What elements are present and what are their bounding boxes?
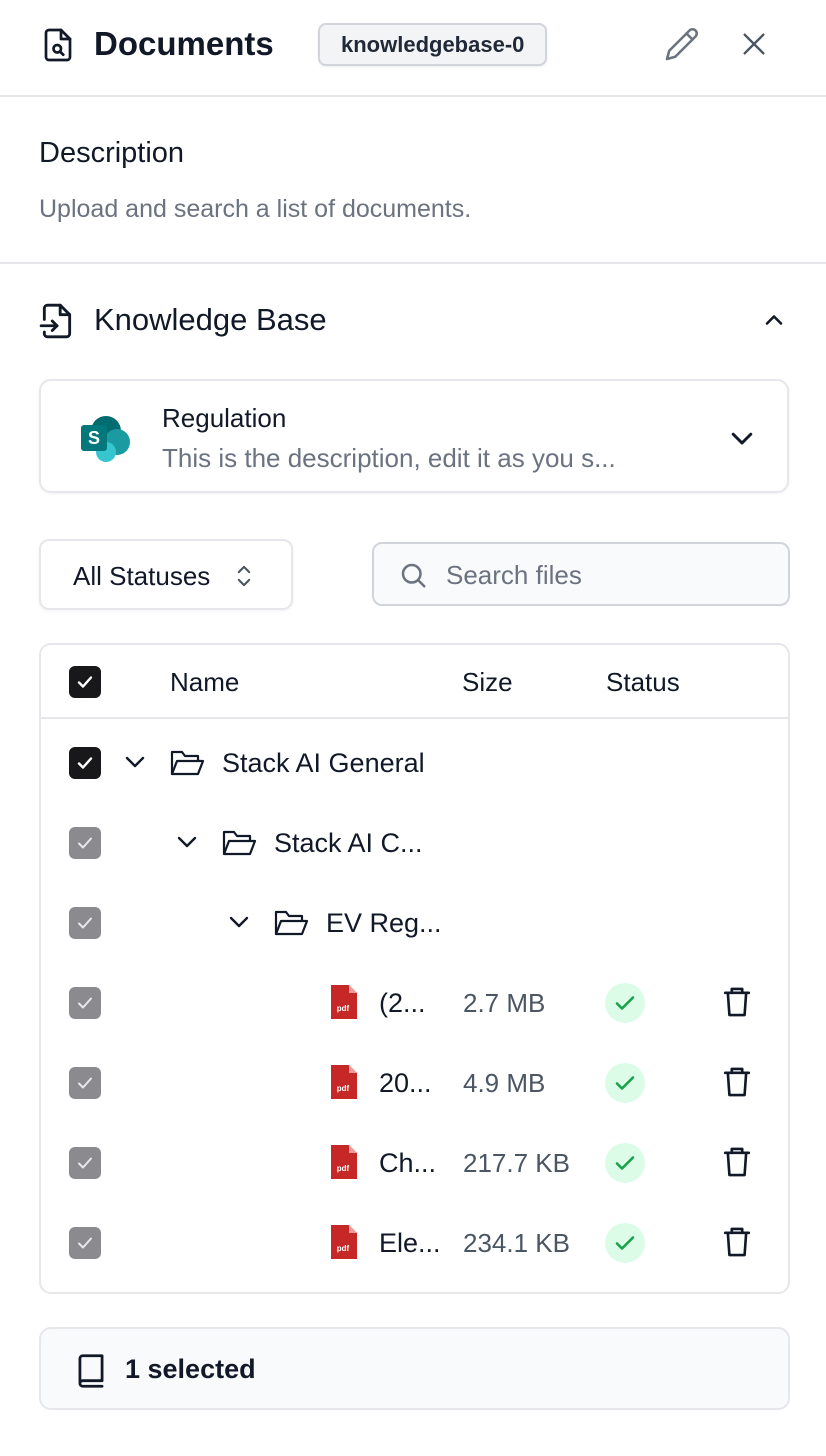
description-section: Description Upload and search a list of …	[0, 97, 826, 264]
file-import-icon	[39, 303, 72, 339]
row-checkbox[interactable]	[69, 907, 101, 939]
table-row[interactable]: pdf (2... 2.7 MB	[41, 963, 788, 1043]
folder-open-icon	[274, 910, 309, 936]
trash-icon[interactable]	[721, 1225, 753, 1259]
description-text: Upload and search a list of documents.	[39, 195, 472, 223]
file-size: 2.7 MB	[463, 988, 546, 1018]
source-name: Regulation	[162, 403, 287, 433]
table-row[interactable]: pdf Ele... 234.1 KB	[41, 1203, 788, 1283]
knowledgebase-badge: knowledgebase-0	[318, 23, 548, 66]
svg-text:pdf: pdf	[337, 1084, 350, 1093]
panel-header: Documents knowledgebase-0	[0, 0, 826, 97]
knowledge-source-dropdown[interactable]: S Regulation This is the description, ed…	[39, 379, 789, 493]
column-header-name[interactable]: Name	[170, 665, 239, 699]
knowledge-base-title: Knowledge Base	[94, 302, 327, 337]
chevron-up-icon[interactable]	[758, 306, 790, 334]
chevrons-up-down-icon	[237, 565, 251, 587]
trash-icon[interactable]	[721, 1145, 753, 1179]
pdf-file-icon: pdf	[331, 1225, 357, 1259]
row-checkbox[interactable]	[69, 1067, 101, 1099]
column-header-status[interactable]: Status	[606, 665, 680, 699]
table-row[interactable]: Stack AI C...	[41, 803, 788, 883]
search-box[interactable]	[372, 542, 790, 606]
row-checkbox[interactable]	[69, 1227, 101, 1259]
file-name: Ele...	[379, 1228, 441, 1258]
selected-count: 1 selected	[125, 1354, 256, 1384]
source-description: This is the description, edit it as you …	[162, 443, 616, 473]
chevron-down-icon[interactable]	[725, 423, 759, 453]
pdf-file-icon: pdf	[331, 1065, 357, 1099]
row-checkbox[interactable]	[69, 987, 101, 1019]
check-icon	[615, 1076, 635, 1090]
row-checkbox[interactable]	[69, 827, 101, 859]
selection-summary: 1 selected	[39, 1327, 790, 1410]
check-icon	[615, 1236, 635, 1250]
trash-icon[interactable]	[721, 985, 753, 1019]
row-checkbox[interactable]	[69, 1147, 101, 1179]
svg-text:pdf: pdf	[337, 1244, 350, 1253]
close-icon[interactable]	[738, 28, 770, 60]
knowledge-base-header[interactable]: Knowledge Base	[0, 290, 826, 350]
status-filter-select[interactable]: All Statuses	[39, 539, 293, 610]
check-icon	[615, 1156, 635, 1170]
table-row[interactable]: Stack AI General	[41, 723, 788, 803]
folder-name: Stack AI General	[222, 748, 425, 778]
check-icon	[615, 996, 635, 1010]
chevron-down-icon[interactable]	[121, 753, 149, 773]
table-row[interactable]: pdf 20... 4.9 MB	[41, 1043, 788, 1123]
svg-text:S: S	[88, 428, 100, 448]
status-ready-badge	[605, 983, 645, 1023]
table-row[interactable]: EV Reg...	[41, 883, 788, 963]
svg-text:pdf: pdf	[337, 1004, 350, 1013]
file-size: 217.7 KB	[463, 1148, 570, 1178]
chevron-down-icon[interactable]	[225, 913, 253, 933]
status-filter-value: All Statuses	[73, 561, 211, 591]
sharepoint-logo: S	[81, 416, 130, 462]
description-label: Description	[39, 137, 185, 169]
row-checkbox[interactable]	[69, 747, 101, 779]
file-name: 20...	[379, 1068, 432, 1098]
file-size: 4.9 MB	[463, 1068, 546, 1098]
select-all-checkbox[interactable]	[69, 666, 101, 698]
status-ready-badge	[605, 1143, 645, 1183]
folder-open-icon	[222, 830, 257, 856]
folder-open-icon	[170, 750, 205, 776]
page-title: Documents	[94, 25, 274, 62]
file-size: 234.1 KB	[463, 1228, 570, 1258]
file-name: (2...	[379, 988, 426, 1018]
book-icon	[78, 1354, 104, 1388]
files-table: Name Size Status Stack AI General Stack …	[39, 643, 790, 1294]
pencil-icon[interactable]	[664, 26, 700, 62]
status-ready-badge	[605, 1223, 645, 1263]
status-ready-badge	[605, 1063, 645, 1103]
folder-name: Stack AI C...	[274, 828, 423, 858]
search-icon	[401, 563, 426, 588]
trash-icon[interactable]	[721, 1065, 753, 1099]
folder-name: EV Reg...	[326, 908, 442, 938]
file-search-icon	[44, 28, 72, 62]
search-input[interactable]	[446, 554, 766, 596]
table-row[interactable]: pdf Ch... 217.7 KB	[41, 1123, 788, 1203]
pdf-file-icon: pdf	[331, 985, 357, 1019]
column-header-size[interactable]: Size	[462, 665, 513, 699]
table-header: Name Size Status	[41, 645, 788, 719]
svg-text:pdf: pdf	[337, 1164, 350, 1173]
pdf-file-icon: pdf	[331, 1145, 357, 1179]
file-name: Ch...	[379, 1148, 437, 1178]
chevron-down-icon[interactable]	[173, 833, 201, 853]
